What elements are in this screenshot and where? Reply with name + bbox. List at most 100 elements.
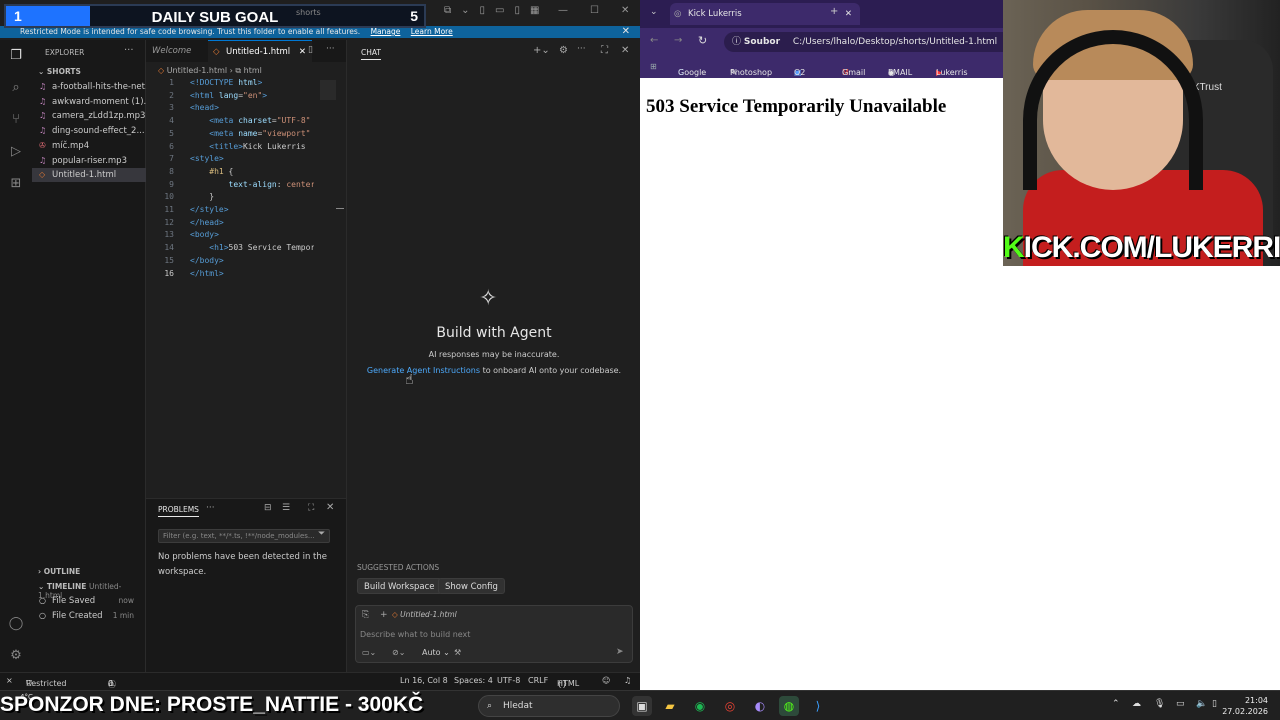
- gear-icon[interactable]: ⚙: [559, 45, 568, 56]
- new-chat-icon[interactable]: +⌄: [533, 45, 550, 56]
- volume-icon[interactable]: 🔈: [1196, 699, 1207, 709]
- more-actions-icon[interactable]: ···: [326, 44, 335, 54]
- file-name: awkward-moment (1)...: [52, 96, 146, 107]
- send-icon[interactable]: ➤: [616, 647, 624, 657]
- close-window-icon[interactable]: ✕: [621, 5, 629, 16]
- add-context-icon[interactable]: +: [380, 610, 388, 620]
- generate-instructions-link[interactable]: Generate Agent Instructions: [367, 366, 480, 375]
- close-panel-icon[interactable]: ✕: [326, 502, 334, 513]
- show-config-button[interactable]: Show Config: [438, 578, 505, 594]
- timeline-item[interactable]: ○ File Saved now: [32, 594, 146, 608]
- close-tab-icon[interactable]: ✕: [845, 3, 852, 25]
- layout-sidebar-icon[interactable]: ▯: [480, 5, 486, 16]
- list-view-icon[interactable]: ☰: [282, 503, 290, 513]
- chat-input[interactable]: Describe what to build next: [360, 630, 470, 639]
- copilot-icon[interactable]: ⧉: [444, 5, 451, 16]
- copilot-status-icon[interactable]: ☺: [602, 676, 610, 685]
- forward-icon[interactable]: →: [674, 35, 682, 46]
- cursor-position[interactable]: Ln 16, Col 8: [400, 676, 448, 685]
- file-item[interactable]: ♫ camera_zLdd1zp.mp3: [32, 109, 146, 123]
- build-workspace-button[interactable]: Build Workspace: [357, 578, 442, 594]
- extensions-icon[interactable]: ⊞: [8, 176, 24, 192]
- command-center-search[interactable]: shorts: [296, 8, 321, 17]
- more-actions-icon[interactable]: ···: [577, 44, 586, 54]
- vscode-icon[interactable]: ⟩: [808, 696, 828, 716]
- file-explorer-icon[interactable]: ▰: [660, 696, 680, 716]
- discord-icon[interactable]: ◐: [750, 696, 770, 716]
- taskbar-search[interactable]: ⌕ Hledat: [478, 695, 620, 717]
- configure-tools-icon[interactable]: ⚒: [454, 648, 461, 657]
- remote-icon[interactable]: ⨯: [6, 676, 13, 685]
- microphone-icon[interactable]: 🎙: [1154, 699, 1165, 709]
- maximize-icon[interactable]: ⛶: [601, 45, 608, 56]
- audio-file-icon: ♫: [39, 126, 47, 136]
- problems-filter-input[interactable]: Filter (e.g. text, **/*.ts, !**/node_mod…: [158, 529, 330, 543]
- layout-secondary-icon[interactable]: ▯: [515, 5, 521, 16]
- collapse-icon[interactable]: ⊟: [264, 503, 272, 513]
- network-icon[interactable]: ▭: [1176, 699, 1185, 709]
- chevron-down-icon[interactable]: ⌄: [461, 5, 469, 16]
- line-number: 9: [169, 179, 174, 189]
- file-item[interactable]: ♫ ding-sound-effect_2...: [32, 124, 146, 138]
- file-item[interactable]: ♫ a-football-hits-the-net...: [32, 80, 146, 94]
- close-icon[interactable]: ✕: [621, 45, 629, 56]
- learn-more-link[interactable]: Learn More: [411, 27, 453, 36]
- folder-header[interactable]: ⌄ SHORTS: [38, 67, 81, 76]
- close-icon[interactable]: ✕: [622, 26, 630, 38]
- model-picker[interactable]: Auto ⌄: [422, 648, 450, 657]
- spotify-icon[interactable]: ◉: [690, 696, 710, 716]
- obs-icon[interactable]: ◍: [779, 696, 799, 716]
- apps-icon[interactable]: ⊞: [650, 62, 657, 71]
- tray-app-icon[interactable]: ☁: [1132, 699, 1141, 709]
- tab-welcome[interactable]: Welcome: [146, 40, 197, 62]
- info-icon: ⓘ: [732, 37, 744, 47]
- close-tab-icon[interactable]: ✕: [299, 47, 306, 57]
- more-actions-icon[interactable]: ···: [124, 45, 134, 56]
- back-icon[interactable]: ←: [650, 35, 658, 46]
- scrollbar[interactable]: [336, 208, 344, 209]
- settings-gear-icon[interactable]: ⚙: [8, 648, 24, 664]
- file-item[interactable]: ♫ popular-riser.mp3: [32, 154, 146, 168]
- bell-icon[interactable]: ♫: [624, 676, 631, 685]
- run-debug-icon[interactable]: ▷: [8, 144, 24, 160]
- indentation[interactable]: Spaces: 4: [454, 676, 493, 685]
- task-view-icon[interactable]: ▣: [632, 696, 652, 716]
- customize-layout-icon[interactable]: ▦: [530, 5, 539, 16]
- maximize-panel-icon[interactable]: ⛶: [308, 503, 314, 513]
- source-control-icon[interactable]: ⑂: [8, 112, 24, 128]
- attach-icon[interactable]: ⎘: [362, 610, 369, 620]
- file-item[interactable]: ♫ awkward-moment (1)...: [32, 95, 146, 109]
- file-item[interactable]: ✇ míč.mp4: [32, 139, 146, 153]
- minimize-icon[interactable]: —: [558, 5, 568, 16]
- breadcrumb-file[interactable]: Untitled-1.html: [167, 66, 227, 75]
- file-item[interactable]: ◇ Untitled-1.html: [32, 168, 146, 183]
- timeline-label: File Saved: [52, 596, 96, 606]
- clock[interactable]: 21:04 27.02.2026: [1222, 695, 1268, 717]
- tab-untitled-1[interactable]: ◇ Untitled-1.html ✕: [208, 40, 312, 62]
- line-ending[interactable]: CRLF: [528, 676, 548, 685]
- tab-problems[interactable]: PROBLEMS: [158, 505, 199, 517]
- filter-icon[interactable]: ⏷: [318, 529, 325, 539]
- more-actions-icon[interactable]: ···: [206, 503, 215, 513]
- reload-icon[interactable]: ↻: [698, 34, 707, 47]
- search-icon[interactable]: ⌕: [8, 80, 24, 96]
- manage-link[interactable]: Manage: [371, 27, 401, 36]
- layout-panel-icon[interactable]: ▭: [495, 5, 504, 16]
- tray-chevron-icon[interactable]: ⌃: [1112, 699, 1120, 709]
- agent-mode-icon[interactable]: ▭⌄: [362, 648, 376, 657]
- timeline-item[interactable]: ○ File Created 1 min: [32, 609, 146, 623]
- context-file-chip[interactable]: ◇ Untitled-1.html: [392, 610, 457, 619]
- breadcrumb-node[interactable]: html: [244, 66, 262, 75]
- tab-search-icon[interactable]: ⌄: [650, 7, 658, 17]
- battery-icon[interactable]: ▯: [1212, 699, 1217, 709]
- outline-header[interactable]: › OUTLINE: [38, 567, 80, 576]
- files-icon[interactable]: ❐: [8, 48, 24, 64]
- minimap[interactable]: [320, 80, 336, 100]
- tools-icon[interactable]: ⊘⌄: [392, 648, 405, 657]
- encoding[interactable]: UTF-8: [497, 676, 520, 685]
- split-editor-icon[interactable]: ▯: [308, 45, 313, 55]
- chrome-icon[interactable]: ◎: [720, 696, 740, 716]
- account-icon[interactable]: ◯: [8, 616, 24, 632]
- new-tab-icon[interactable]: +: [830, 6, 838, 17]
- maximize-icon[interactable]: ☐: [590, 5, 599, 16]
